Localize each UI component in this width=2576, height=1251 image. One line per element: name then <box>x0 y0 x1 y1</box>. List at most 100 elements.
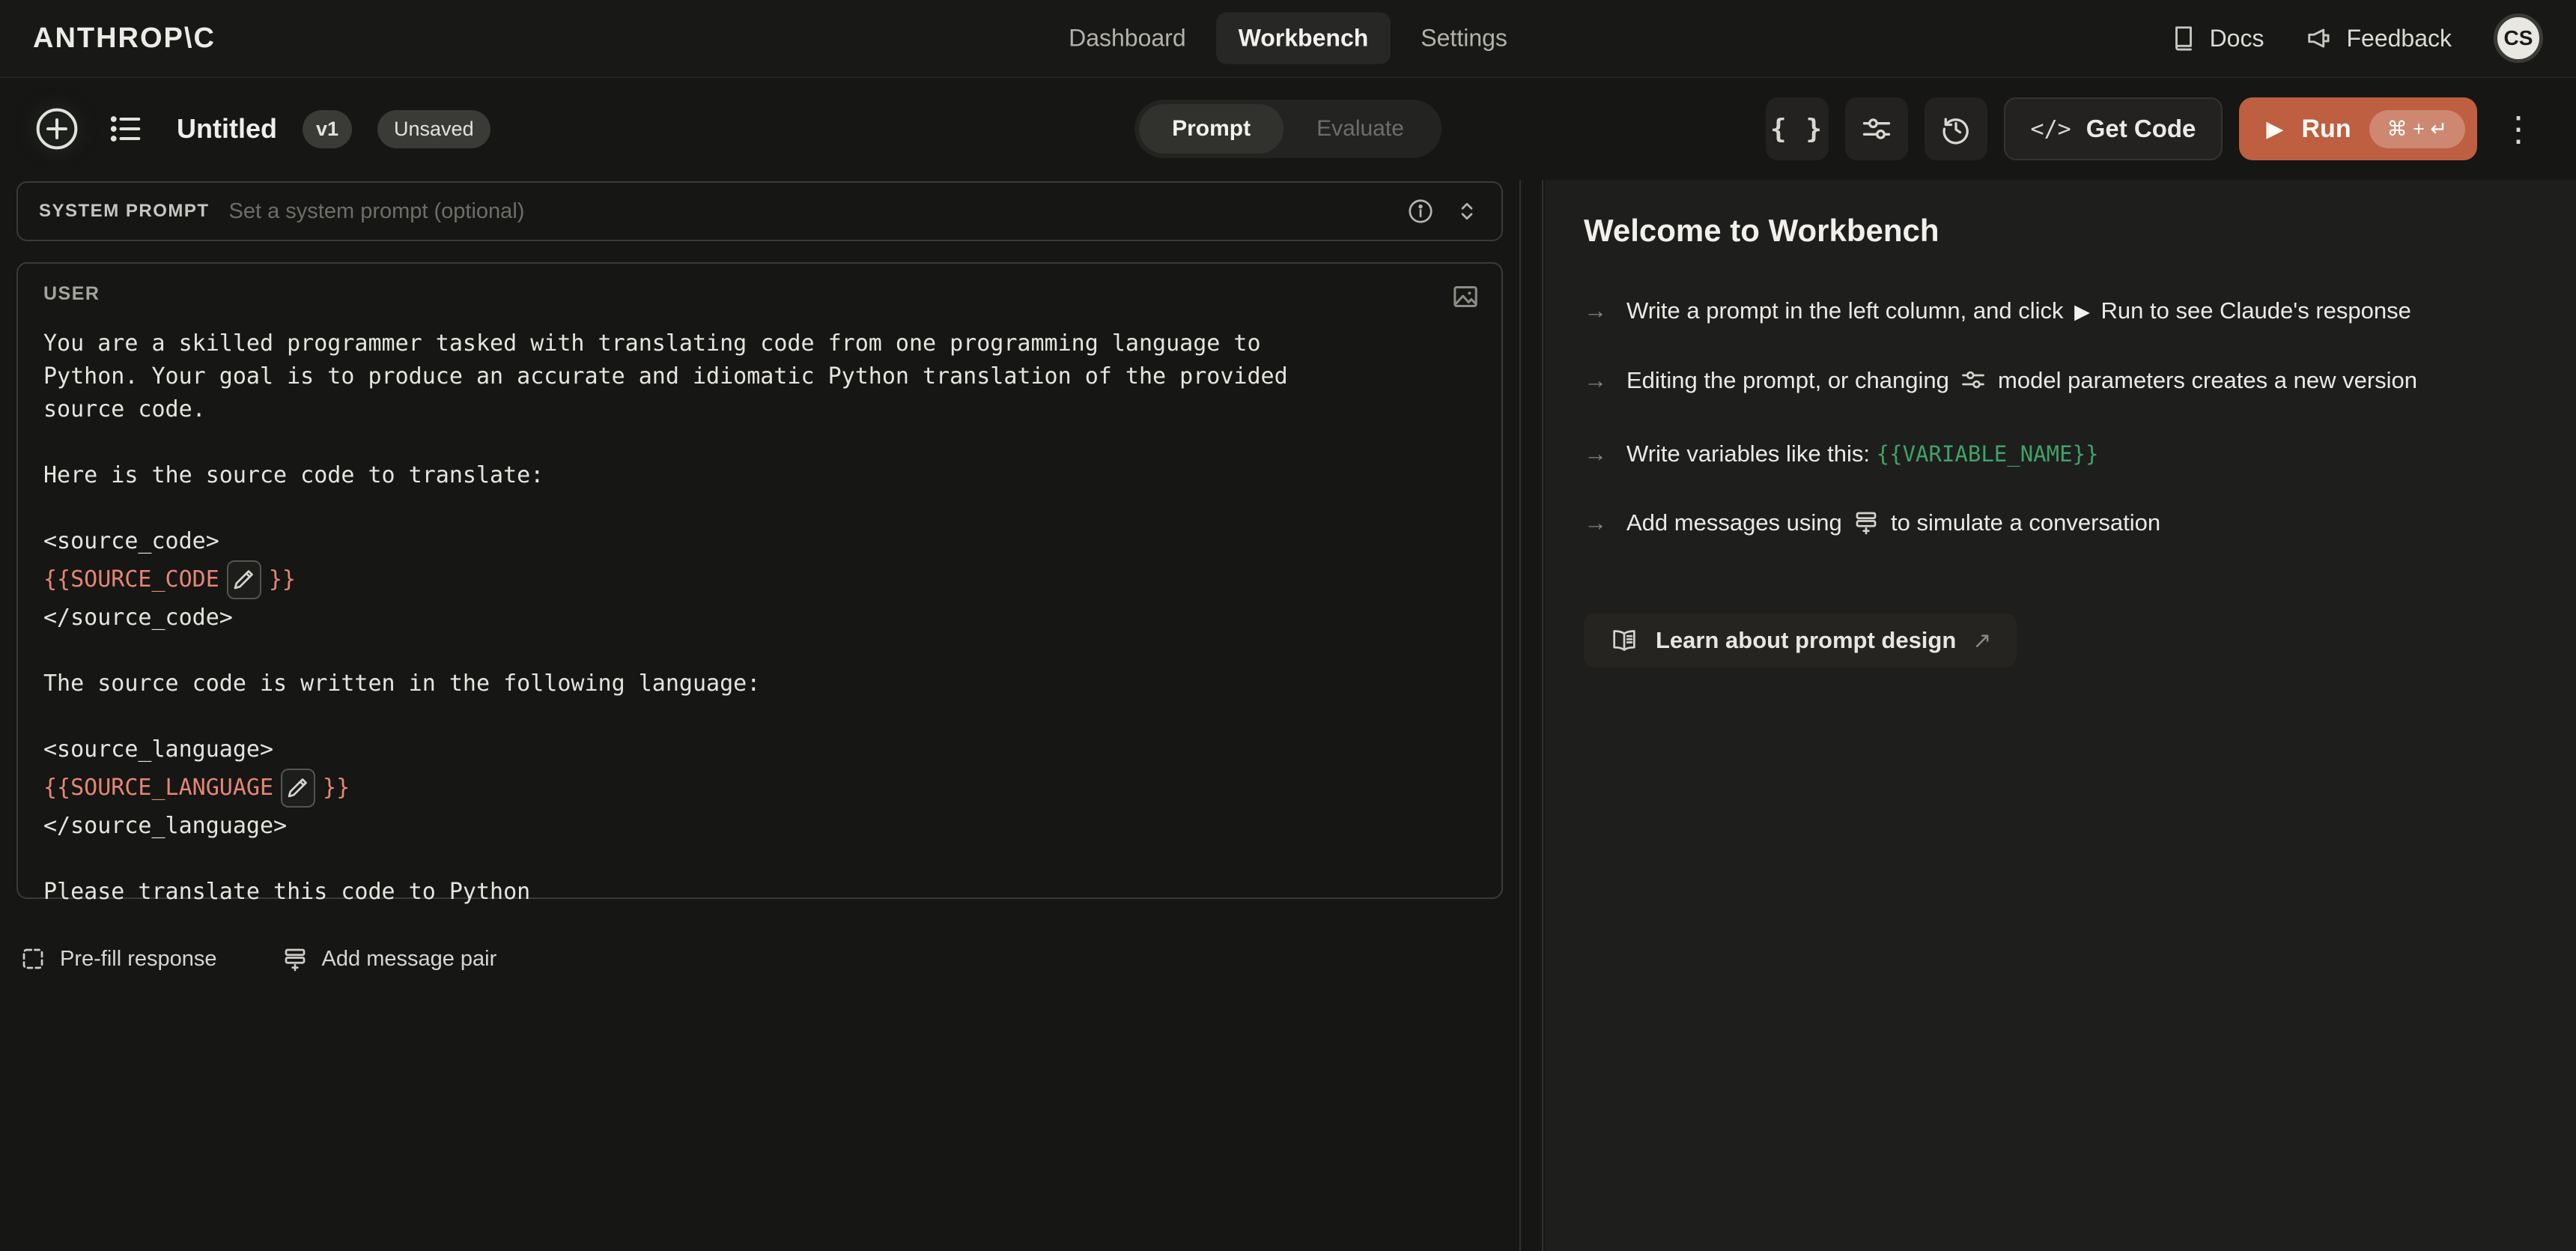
bullet-text: Write variables like this: {{VARIABLE_NA… <box>1626 434 2482 474</box>
prompt-line: Here is the source code to translate: <box>43 459 1476 492</box>
prefill-response-button[interactable]: Pre-fill response <box>19 945 217 972</box>
edit-variable-button[interactable] <box>227 560 261 599</box>
system-prompt-label: SYSTEM PROMPT <box>39 201 210 222</box>
run-button[interactable]: ▶ Run ⌘ + ↵ <box>2239 97 2477 160</box>
play-icon: ▶ <box>2266 116 2283 142</box>
unsaved-badge: Unsaved <box>377 110 490 148</box>
open-book-icon <box>1609 626 1639 655</box>
learn-prompt-design-label: Learn about prompt design <box>1656 627 1956 654</box>
overflow-menu-button[interactable]: ⋮ <box>2494 112 2543 146</box>
message-actions: Pre-fill response Add message pair <box>19 945 1503 972</box>
nav-dashboard[interactable]: Dashboard <box>1046 13 1209 64</box>
variable-example: {{VARIABLE_NAME}} <box>1877 441 2099 467</box>
bullet-text: Editing the prompt, or changing model pa… <box>1626 360 2482 405</box>
prompt-line: <source_language> <box>43 733 1476 766</box>
topbar-right-group: Docs Feedback CS <box>2169 13 2543 63</box>
message-pair-icon <box>282 945 309 972</box>
tab-evaluate[interactable]: Evaluate <box>1284 104 1437 154</box>
nav-workbench[interactable]: Workbench <box>1216 13 1391 64</box>
bullet-text: Write a prompt in the left column, and c… <box>1626 291 2482 332</box>
add-image-button[interactable] <box>1450 282 1480 312</box>
prompt-line: You are a skilled programmer tasked with… <box>43 327 1476 360</box>
nav-settings[interactable]: Settings <box>1398 13 1530 64</box>
welcome-title: Welcome to Workbench <box>1584 213 2531 249</box>
arrow-right-icon: → <box>1584 434 1607 474</box>
get-code-button[interactable]: </> Get Code <box>2004 97 2223 160</box>
sliders-icon <box>1960 366 1987 405</box>
anthropic-logo: ANTHROP\C <box>33 22 216 55</box>
prompt-line: </source_code> <box>43 602 1476 634</box>
code-icon: </> <box>2031 116 2071 142</box>
model-settings-button[interactable] <box>1845 97 1908 160</box>
variables-button[interactable]: { } <box>1766 97 1829 160</box>
workbench-toolbar: Untitled v1 Unsaved Prompt Evaluate { } … <box>0 78 2576 180</box>
run-label: Run <box>2302 115 2351 144</box>
prompt-line: The source code is written in the follow… <box>43 667 1476 700</box>
prompt-line <box>43 426 1476 459</box>
welcome-bullet: → Write a prompt in the left column, and … <box>1584 291 2482 332</box>
braces-icon: { } <box>1770 114 1823 145</box>
megaphone-icon <box>2306 24 2334 52</box>
user-message-card[interactable]: USER You are a skilled programmer tasked… <box>16 262 1503 899</box>
pencil-icon <box>231 566 258 595</box>
welcome-bullets: → Write a prompt in the left column, and … <box>1584 291 2482 548</box>
arrow-right-icon: → <box>1584 360 1607 405</box>
prompt-line <box>43 843 1476 876</box>
user-role-label: USER <box>43 283 1476 305</box>
docs-link[interactable]: Docs <box>2169 24 2264 52</box>
version-badge[interactable]: v1 <box>303 110 352 148</box>
prompt-line: Please translate this code to Python <box>43 876 1476 909</box>
template-variable[interactable]: {{SOURCE_CODE <box>43 563 219 596</box>
add-message-pair-button[interactable]: Add message pair <box>282 945 497 972</box>
message-pair-icon <box>1853 508 1880 548</box>
prompt-title[interactable]: Untitled <box>177 113 277 145</box>
list-icon <box>106 109 145 148</box>
history-icon <box>1939 112 1972 145</box>
book-icon <box>2169 24 2198 52</box>
template-variable-close: }} <box>269 563 296 596</box>
prompt-line <box>43 700 1476 733</box>
history-button[interactable] <box>1925 97 1987 160</box>
welcome-bullet: →Add messages using to simulate a conver… <box>1584 503 2482 548</box>
info-icon[interactable] <box>1407 198 1434 225</box>
prompt-list-button[interactable] <box>106 109 145 148</box>
toolbar-left-group: Untitled v1 Unsaved <box>33 105 490 153</box>
template-variable[interactable]: {{SOURCE_LANGUAGE <box>43 772 273 805</box>
prompt-column: SYSTEM PROMPT Set a system prompt (optio… <box>0 180 1521 1251</box>
prompt-line: {{SOURCE_CODE}} <box>43 558 1476 602</box>
play-icon: ▶ <box>2074 300 2090 323</box>
feedback-link[interactable]: Feedback <box>2306 24 2452 52</box>
tab-prompt[interactable]: Prompt <box>1139 104 1284 154</box>
user-avatar[interactable]: CS <box>2494 13 2543 63</box>
edit-variable-button[interactable] <box>281 769 315 808</box>
arrow-right-icon: → <box>1584 503 1607 548</box>
pencil-icon <box>285 774 312 803</box>
new-prompt-button[interactable] <box>33 105 81 153</box>
sliders-icon <box>1860 112 1893 145</box>
toolbar-right-group: { } </> Get Code ▶ Run ⌘ + ↵ ⋮ <box>1766 97 2543 160</box>
prompt-line: {{SOURCE_LANGUAGE}} <box>43 766 1476 810</box>
add-message-pair-label: Add message pair <box>322 947 497 972</box>
arrow-right-icon: → <box>1584 291 1607 332</box>
feedback-label: Feedback <box>2346 25 2452 52</box>
learn-prompt-design-button[interactable]: Learn about prompt design ↗ <box>1584 614 2017 667</box>
prompt-line: source code. <box>43 393 1476 426</box>
top-navigation-bar: ANTHROP\C Dashboard Workbench Settings D… <box>0 0 2576 78</box>
welcome-bullet: → Write variables like this: {{VARIABLE_N… <box>1584 434 2482 474</box>
template-variable-close: }} <box>323 772 350 805</box>
prompt-line: Python. Your goal is to produce an accur… <box>43 360 1476 393</box>
prefill-box-icon <box>19 945 46 972</box>
workspace: SYSTEM PROMPT Set a system prompt (optio… <box>0 180 2576 1251</box>
user-prompt-text[interactable]: You are a skilled programmer tasked with… <box>43 327 1476 909</box>
panel-resize-handle[interactable] <box>1522 180 1543 1251</box>
mode-tabs: Prompt Evaluate <box>1134 100 1442 158</box>
image-icon <box>1450 282 1480 312</box>
prompt-line <box>43 492 1476 525</box>
system-prompt-bar[interactable]: SYSTEM PROMPT Set a system prompt (optio… <box>16 181 1503 241</box>
expand-chevrons-icon[interactable] <box>1453 198 1480 225</box>
prompt-line: </source_language> <box>43 810 1476 843</box>
plus-circle-icon <box>33 105 81 153</box>
prefill-response-label: Pre-fill response <box>60 947 217 972</box>
response-panel: Welcome to Workbench → Write a prompt in … <box>1545 180 2576 1251</box>
prompt-line: <source_code> <box>43 525 1476 558</box>
